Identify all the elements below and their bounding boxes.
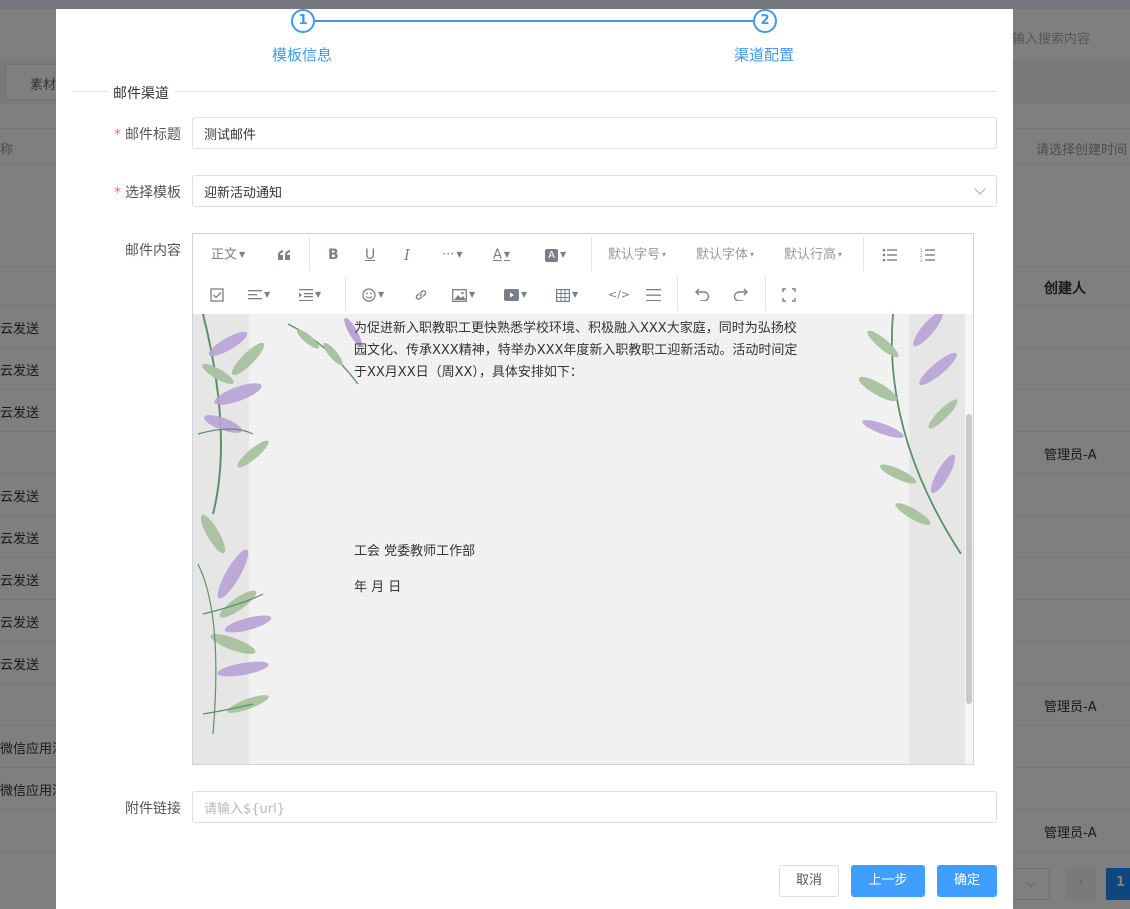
indent-icon[interactable]: ▼ [299,285,321,306]
editor-toolbar: 正文 ▼ B U I ··· ▼ A ▼ A ▼ 默认字号 ▾ 默认字体 ▾ 默认行高 ▾ 1… [193,234,973,314]
toolbar-separator [677,277,678,311]
step-2-label: 渠道配置 [734,46,795,64]
align-icon[interactable]: ▼ [248,285,270,306]
paragraph-format-select[interactable]: 正文 ▼ [211,245,245,266]
toolbar-separator [591,237,592,271]
todo-icon[interactable] [210,285,224,305]
subject-input[interactable]: 测试邮件 [192,117,997,149]
line-height-select[interactable]: 默认行高 ▾ [784,245,842,266]
scrollbar-thumb[interactable] [966,414,972,704]
background-color-icon[interactable]: A ▼ [545,245,566,266]
toolbar-separator [765,277,766,311]
quote-icon[interactable] [277,245,291,265]
cancel-button[interactable]: 取消 [779,865,839,897]
required-mark: * [114,127,121,143]
section-title: 邮件渠道 [107,83,175,103]
subject-label: * 邮件标题 [114,127,181,143]
code-icon[interactable]: </> [608,285,630,305]
email-channel-dialog: 1 2 模板信息 渠道配置 邮件渠道 * 邮件标题 测试邮件 * 选择模板 迎新活动… [56,9,1013,909]
bulleted-list-icon[interactable] [882,245,897,265]
more-icon[interactable]: ··· ▼ [442,245,463,266]
editor-document[interactable]: 为促进新入职教职工更快熟悉学校环境、积极融入XXX大家庭，同时为弘扬校园文化、传… [193,314,965,764]
template-select[interactable]: 迎新活动通知 [192,175,997,207]
fullscreen-icon[interactable] [782,285,796,305]
image-icon[interactable]: ▼ [452,285,475,306]
attachment-label: 附件链接 [125,801,181,817]
rich-text-editor: 正文 ▼ B U I ··· ▼ A ▼ A ▼ 默认字号 ▾ 默认字体 ▾ 默认行高 ▾ 1… [192,233,974,765]
video-icon[interactable]: ▼ [504,285,527,306]
step-1-label: 模板信息 [272,46,333,64]
table-icon[interactable]: ▼ [556,285,578,306]
underline-icon[interactable]: U [365,245,375,265]
toolbar-separator [863,237,864,271]
content-label: 邮件内容 [125,243,181,259]
section-divider [72,91,997,92]
confirm-button[interactable]: 确定 [937,865,997,897]
emoji-icon[interactable]: ▼ [362,285,384,306]
chevron-down-icon [974,183,986,195]
step-1-circle: 1 [291,9,315,33]
required-mark: * [114,185,121,201]
template-label: * 选择模板 [114,185,181,201]
divider-icon[interactable] [646,285,661,305]
editor-scrollbar[interactable] [965,314,973,764]
undo-icon[interactable] [695,285,710,305]
font-size-select[interactable]: 默认字号 ▾ [608,245,666,266]
bold-icon[interactable]: B [328,245,339,265]
previous-step-button[interactable]: 上一步 [851,865,925,897]
font-family-select[interactable]: 默认字体 ▾ [696,245,754,266]
toolbar-separator [309,237,310,271]
font-color-icon[interactable]: A ▼ [493,245,510,266]
step-2-circle: 2 [753,9,777,33]
redo-icon[interactable] [733,285,748,305]
leaf-decoration-right [858,314,962,554]
link-icon[interactable] [414,285,428,305]
attachment-url-input[interactable]: 请输入${url} [192,791,997,823]
email-signature: 工会 党委教师工作部 [354,544,476,559]
steps-indicator: 1 2 模板信息 渠道配置 [56,9,1013,79]
leaf-decoration-left [197,314,272,735]
italic-icon[interactable]: I [404,245,410,265]
email-date-line: 年 月 日 [354,580,402,595]
toolbar-separator [345,277,346,311]
numbered-list-icon[interactable]: 123 [920,245,935,265]
step-connector [315,20,756,22]
svg-text:3: 3 [920,258,923,262]
email-body-paragraph: 为促进新入职教职工更快熟悉学校环境、积极融入XXX大家庭，同时为弘扬校园文化、传… [354,321,798,380]
template-select-value: 迎新活动通知 [204,186,283,201]
